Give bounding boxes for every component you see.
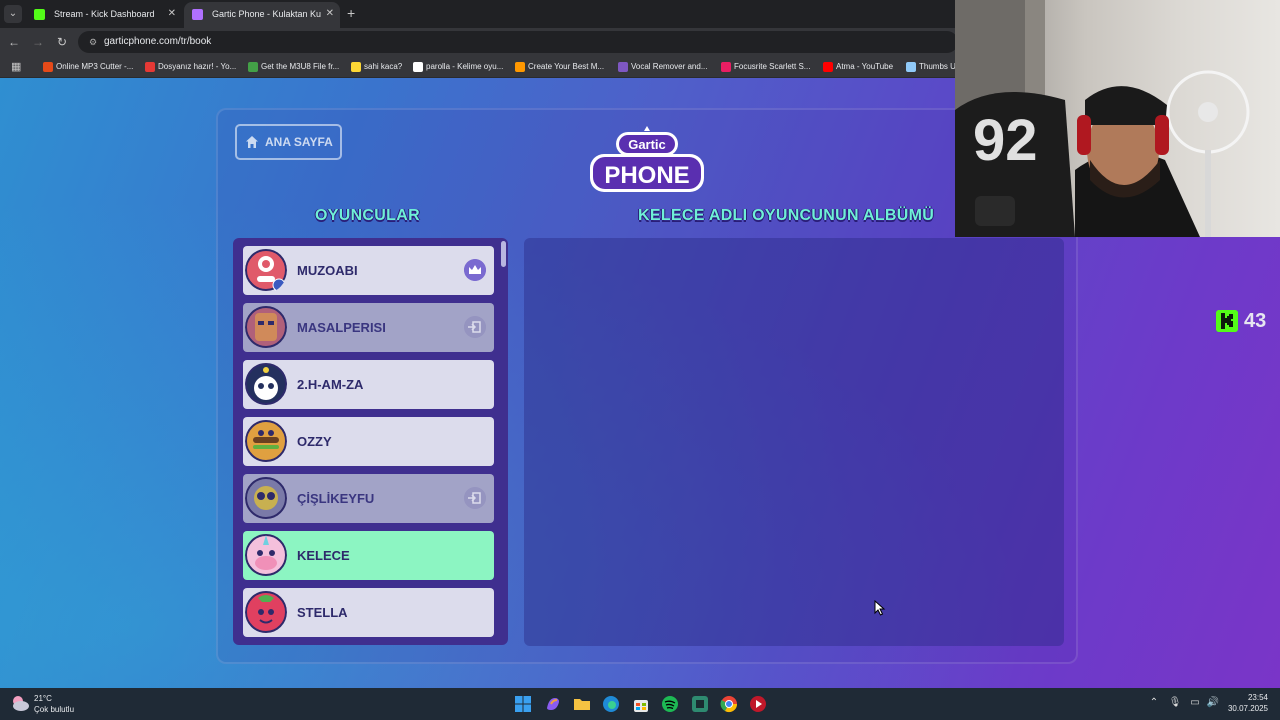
player-avatar [245, 306, 287, 348]
tray-chevron-icon[interactable]: ⌃ [1147, 696, 1161, 710]
bookmark-favicon-icon [906, 62, 916, 72]
bookmark-item[interactable]: Atma - YouTube [821, 56, 893, 78]
home-button-label: ANA SAYFA [265, 135, 333, 149]
weather-temperature: 21°C [34, 694, 52, 703]
bookmark-item[interactable]: parolla - Kelime oyu... [411, 56, 503, 78]
start-button-icon[interactable] [513, 694, 533, 714]
viewer-count: 43 [1244, 310, 1267, 332]
network-icon[interactable]: ▭ [1188, 696, 1202, 710]
player-row-masalperisi[interactable]: MASALPERISI [243, 303, 494, 352]
forward-icon[interactable]: → [30, 34, 46, 50]
edge-icon[interactable] [601, 694, 621, 714]
weather-condition: Çok bulutlu [34, 705, 75, 714]
player-name: ÇİŞLİKEYFU [297, 491, 375, 506]
clock-time: 23:54 [1247, 693, 1268, 702]
player-name: STELLA [297, 605, 348, 620]
webcam-overlay: 92 [955, 0, 1280, 237]
player-avatar [245, 534, 287, 576]
home-icon [246, 136, 258, 148]
terminal-app-icon[interactable] [690, 694, 710, 714]
album-heading: KELECE ADLI OYUNCUNUN ALBÜMÜ [638, 207, 935, 224]
url-input[interactable]: ⚙ garticphone.com/tr/book [78, 31, 958, 53]
jersey-number: 92 [973, 108, 1038, 173]
bookmark-item[interactable]: Focusrite Scarlett S... [719, 56, 810, 78]
gartic-phone-logo: Gartic PHONE [590, 126, 704, 192]
windows-taskbar: 21°C Çok bulutlu ⌃ 🎙 ▭ 🔊 23:54 30.07.202… [0, 688, 1280, 720]
bookmark-favicon-icon [351, 62, 361, 72]
file-explorer-icon[interactable] [572, 694, 592, 714]
apps-grid-icon[interactable]: ▦ [11, 61, 23, 73]
player-row-ozzy[interactable]: OZZY [243, 417, 494, 466]
album-area [524, 238, 1064, 646]
url-text: garticphone.com/tr/book [104, 36, 212, 47]
player-avatar [245, 591, 287, 633]
player-avatar [245, 363, 287, 405]
player-avatar [245, 477, 287, 519]
tab-title: Stream - Kick Dashboard [54, 9, 155, 19]
close-tab-icon[interactable]: ✕ [168, 2, 176, 26]
tab-search-icon[interactable]: ⌄ [4, 5, 22, 23]
player-row-stella[interactable]: STELLA [243, 588, 494, 637]
player-name: MUZOABI [297, 263, 358, 278]
bookmark-item[interactable]: Get the M3U8 File fr... [246, 56, 339, 78]
exit-icon [464, 316, 486, 338]
kick-logo-icon [1216, 310, 1238, 332]
player-avatar [245, 420, 287, 462]
tab-gartic-phone[interactable]: Gartic Phone - Kulaktan Ku ✕ [184, 2, 340, 28]
microphone-icon[interactable]: 🎙 [1168, 696, 1182, 710]
player-name: 2.H-AM-ZA [297, 377, 364, 392]
bookmark-favicon-icon [618, 62, 628, 72]
gartic-favicon-icon [192, 9, 203, 20]
bookmark-favicon-icon [721, 62, 731, 72]
bookmark-favicon-icon [823, 62, 833, 72]
player-row-kelece[interactable]: KELECE [243, 531, 494, 580]
chrome-icon[interactable] [719, 694, 739, 714]
weather-cloud-icon [13, 696, 29, 711]
player-avatar [245, 249, 287, 292]
player-name: MASALPERISI [297, 320, 386, 335]
player-row-cislikeyfu[interactable]: ÇİŞLİKEYFU [243, 474, 494, 523]
site-info-icon[interactable]: ⚙ [86, 35, 100, 49]
streamer-webcam-image: 92 [955, 0, 1250, 237]
player-row-muzoabi[interactable]: MUZOABI [243, 246, 494, 295]
volume-icon[interactable]: 🔊 [1206, 696, 1220, 710]
bookmark-item[interactable]: Create Your Best M... [513, 56, 604, 78]
system-clock[interactable]: 23:54 30.07.2025 [1228, 692, 1268, 714]
player-row-2hamza[interactable]: 2.H-AM-ZA [243, 360, 494, 409]
back-icon[interactable]: ← [6, 34, 22, 50]
close-tab-icon[interactable]: ✕ [326, 2, 334, 26]
player-name: KELECE [297, 548, 350, 563]
bookmark-item[interactable]: Vocal Remover and... [616, 56, 707, 78]
exit-icon [464, 487, 486, 509]
kick-favicon-icon [34, 9, 45, 20]
tab-kick-dashboard[interactable]: Stream - Kick Dashboard ✕ [26, 2, 182, 28]
bookmark-favicon-icon [515, 62, 525, 72]
store-icon[interactable] [631, 694, 651, 714]
mouse-cursor-icon [874, 600, 886, 616]
logo-text-top: Gartic [628, 137, 666, 152]
spotify-icon[interactable] [660, 694, 680, 714]
logo-text-bottom: PHONE [604, 162, 689, 189]
bookmark-favicon-icon [248, 62, 258, 72]
bookmark-favicon-icon [145, 62, 155, 72]
copilot-icon[interactable] [543, 694, 563, 714]
crown-icon [464, 259, 486, 281]
players-heading: OYUNCULAR [315, 207, 420, 224]
bookmark-item[interactable]: Thumbs U [904, 56, 956, 78]
players-scrollbar[interactable] [501, 241, 506, 267]
reload-icon[interactable]: ↻ [54, 34, 70, 50]
tab-title: Gartic Phone - Kulaktan Ku [212, 9, 322, 19]
player-name: OZZY [297, 434, 332, 449]
bookmark-favicon-icon [413, 62, 423, 72]
bookmark-item[interactable]: sahi kaca? [349, 56, 402, 78]
bookmark-favicon-icon [43, 62, 53, 72]
new-tab-icon[interactable]: + [347, 5, 355, 21]
media-player-icon[interactable] [748, 694, 768, 714]
bookmark-item[interactable]: Dosyanız hazır! - Yo... [143, 56, 236, 78]
bookmark-item[interactable]: Online MP3 Cutter -... [41, 56, 133, 78]
home-button[interactable]: ANA SAYFA [235, 124, 342, 160]
clock-date: 30.07.2025 [1227, 704, 1268, 713]
